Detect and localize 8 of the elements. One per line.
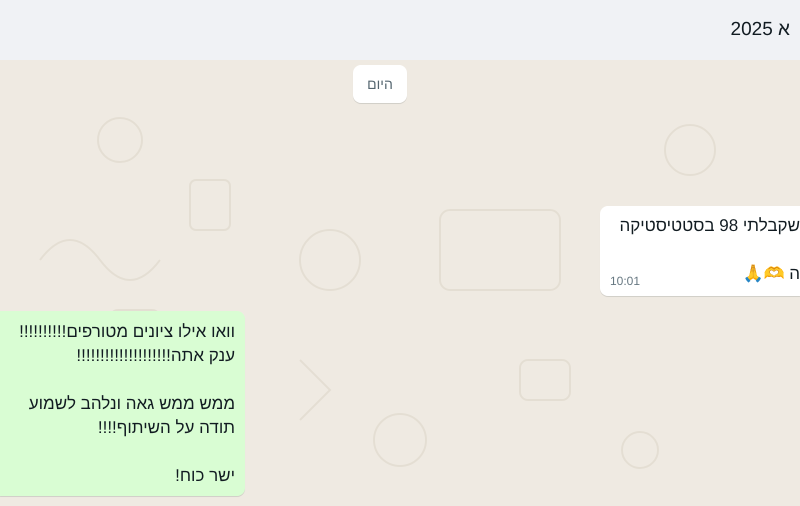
message-text: ישר כוח!	[174, 465, 235, 487]
message-text: ממש ממש גאה ונלהב לשמוע תודה על השיתוף!!!!	[28, 393, 235, 439]
message-time: 10:01	[610, 274, 640, 288]
date-chip: היום	[353, 65, 407, 103]
message-text: ה 🫶🙏	[742, 263, 800, 285]
message-text: שקבלתי 98 בסטטיסטיקה	[618, 215, 800, 237]
message-text: וואו אילו ציונים מטורפים!!!!!!!!!! ענק אתה!!!!!!!!!!!!!!!!!!!!	[18, 321, 235, 367]
chat-title: א 2025	[730, 19, 790, 41]
